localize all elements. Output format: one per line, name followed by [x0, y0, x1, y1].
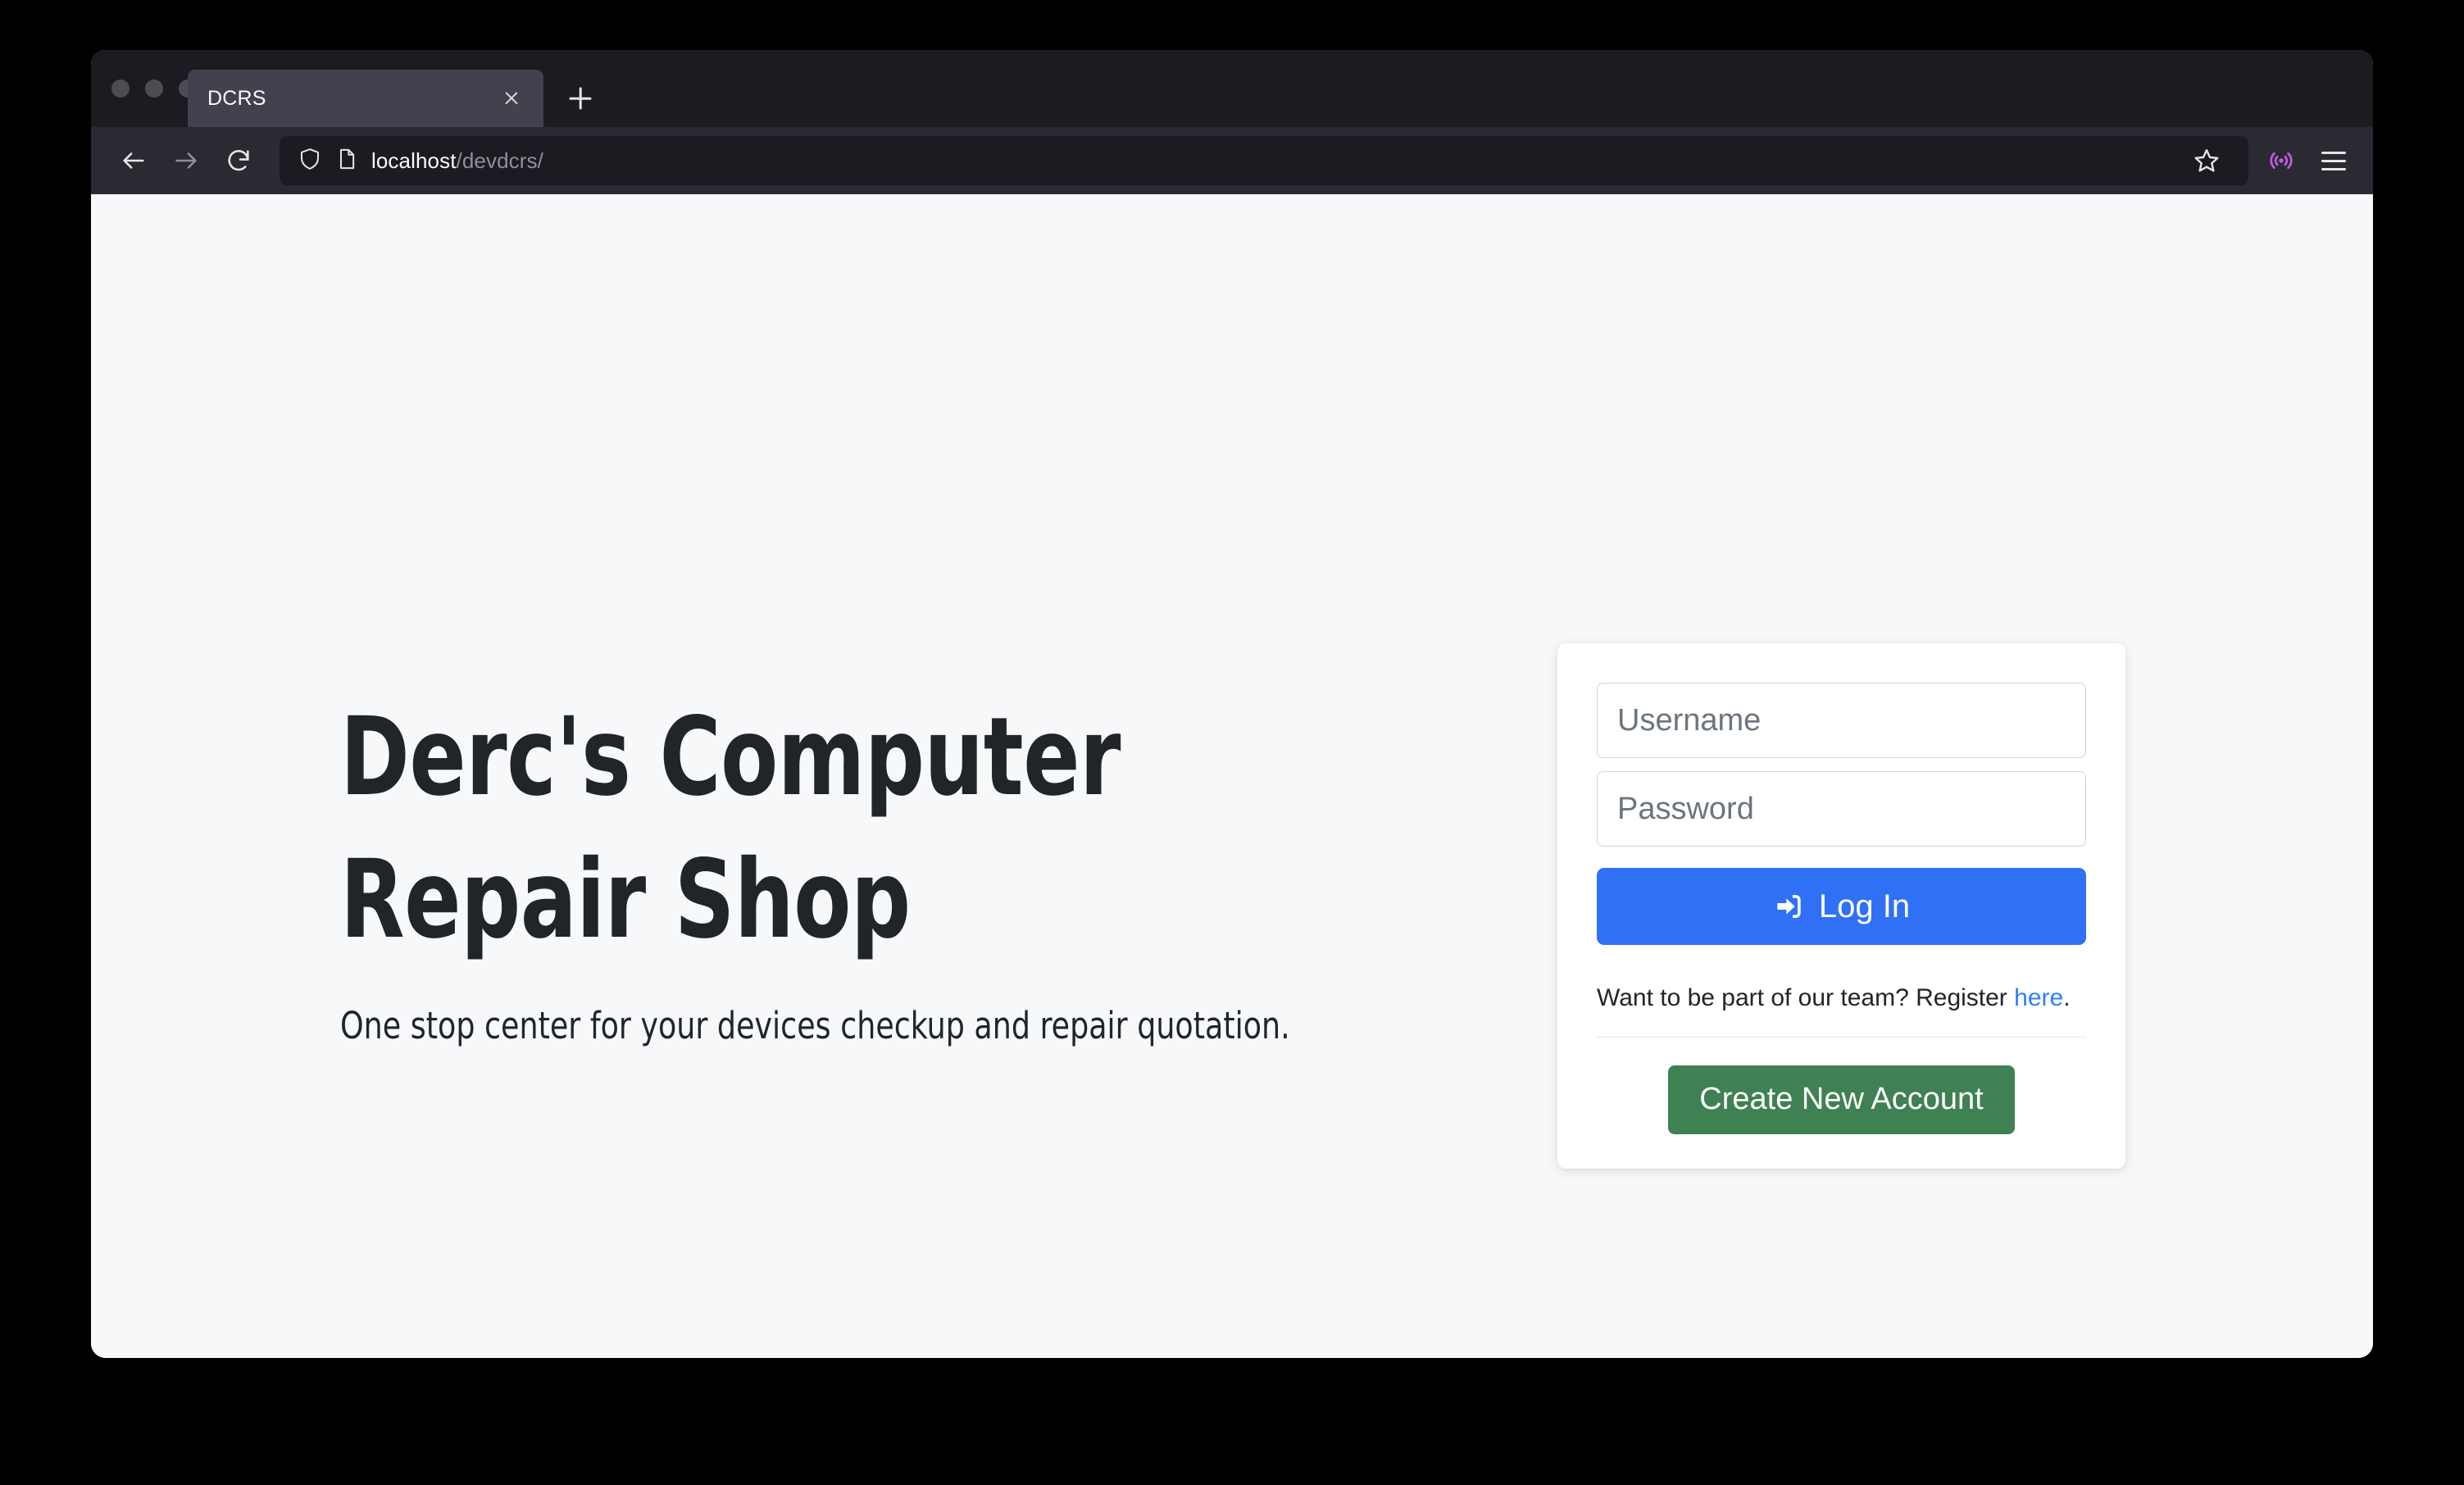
- forward-button[interactable]: [161, 136, 211, 185]
- tab-dcrs[interactable]: DCRS: [188, 70, 543, 127]
- url-host: localhost: [371, 148, 457, 173]
- register-prompt-suffix: .: [2063, 984, 2071, 1011]
- login-button-label: Log In: [1818, 888, 1911, 924]
- password-input[interactable]: [1597, 771, 2086, 847]
- tab-list: DCRS: [188, 50, 606, 127]
- shield-icon: [298, 147, 322, 175]
- login-card: Log In Want to be part of our team? Regi…: [1557, 643, 2125, 1169]
- create-new-account-button[interactable]: Create New Account: [1668, 1065, 2015, 1134]
- close-window-button[interactable]: [111, 79, 130, 98]
- page-title: Derc's Computer Repair Shop: [340, 686, 1327, 971]
- page-icon: [335, 148, 358, 175]
- sign-in-icon: [1773, 890, 1806, 923]
- hamburger-line: [2321, 167, 2346, 170]
- page-title-line-1: Derc's Computer: [340, 694, 1121, 820]
- tab-title: DCRS: [207, 86, 266, 110]
- reload-button[interactable]: [214, 136, 263, 185]
- star-icon[interactable]: [2183, 137, 2230, 184]
- hamburger-line: [2321, 159, 2346, 162]
- url-path: /devdcrs/: [456, 148, 543, 173]
- username-input[interactable]: [1597, 683, 2086, 758]
- register-here-link[interactable]: here: [2014, 984, 2063, 1011]
- url-text: localhost/devdcrs/: [371, 148, 543, 174]
- page-title-line-2: Repair Shop: [340, 837, 911, 964]
- new-tab-icon[interactable]: [555, 73, 606, 124]
- close-tab-icon[interactable]: [498, 84, 525, 112]
- create-account-row: Create New Account: [1597, 1065, 2086, 1134]
- hamburger-line: [2321, 151, 2346, 154]
- minimize-window-button[interactable]: [145, 79, 163, 98]
- register-prompt-text: Want to be part of our team? Register: [1597, 984, 2015, 1011]
- broadcast-icon[interactable]: [2257, 136, 2306, 185]
- hero-section: Derc's Computer Repair Shop One stop cen…: [340, 686, 1488, 1047]
- navigation-toolbar: localhost/devdcrs/: [91, 127, 2373, 194]
- hamburger-icon[interactable]: [2309, 136, 2358, 185]
- register-prompt: Want to be part of our team? Register he…: [1597, 984, 2086, 1012]
- page-subtitle: One stop center for your devices checkup…: [340, 1004, 1290, 1048]
- login-button[interactable]: Log In: [1597, 868, 2086, 945]
- page-content: Derc's Computer Repair Shop One stop cen…: [91, 194, 2373, 1358]
- browser-window: DCRS localhost/devdcrs/ Derc's Computer …: [91, 50, 2373, 1358]
- url-bar[interactable]: localhost/devdcrs/: [280, 136, 2248, 185]
- card-divider: [1597, 1037, 2086, 1038]
- back-button[interactable]: [109, 136, 158, 185]
- window-controls: [111, 79, 197, 98]
- tab-strip: DCRS: [91, 50, 2373, 127]
